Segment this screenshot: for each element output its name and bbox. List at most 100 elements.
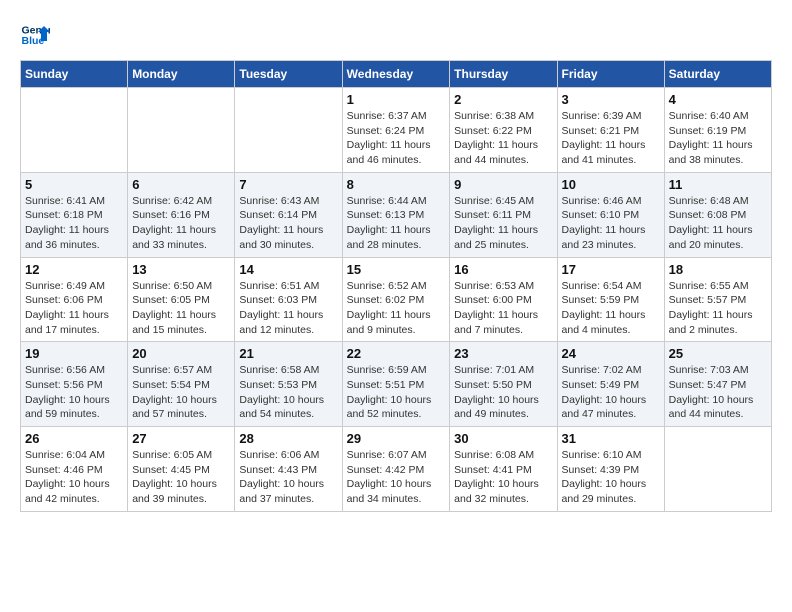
- page-header: General Blue: [20, 20, 772, 50]
- day-info: Sunrise: 6:52 AM Sunset: 6:02 PM Dayligh…: [347, 279, 446, 338]
- day-info: Sunrise: 6:48 AM Sunset: 6:08 PM Dayligh…: [669, 194, 767, 253]
- calendar-week-2: 5 Sunrise: 6:41 AM Sunset: 6:18 PM Daylig…: [21, 172, 772, 257]
- calendar-cell: 30 Sunrise: 6:08 AM Sunset: 4:41 PM Dayli…: [450, 427, 557, 512]
- day-info: Sunrise: 6:37 AM Sunset: 6:24 PM Dayligh…: [347, 109, 446, 168]
- day-number: 15: [347, 262, 446, 277]
- calendar-cell: 12 Sunrise: 6:49 AM Sunset: 6:06 PM Dayli…: [21, 257, 128, 342]
- day-number: 26: [25, 431, 123, 446]
- calendar-cell: [235, 88, 342, 173]
- day-info: Sunrise: 6:06 AM Sunset: 4:43 PM Dayligh…: [239, 448, 337, 507]
- day-info: Sunrise: 6:08 AM Sunset: 4:41 PM Dayligh…: [454, 448, 552, 507]
- day-number: 18: [669, 262, 767, 277]
- calendar-header-tuesday: Tuesday: [235, 61, 342, 88]
- day-number: 25: [669, 346, 767, 361]
- calendar-cell: 18Sunrise: 6:55 AM Sunset: 5:57 PM Dayli…: [664, 257, 771, 342]
- day-number: 6: [132, 177, 230, 192]
- day-info: Sunrise: 6:57 AM Sunset: 5:54 PM Dayligh…: [132, 363, 230, 422]
- day-info: Sunrise: 6:46 AM Sunset: 6:10 PM Dayligh…: [562, 194, 660, 253]
- day-number: 29: [347, 431, 446, 446]
- calendar-week-4: 19 Sunrise: 6:56 AM Sunset: 5:56 PM Dayli…: [21, 342, 772, 427]
- calendar-cell: 23Sunrise: 7:01 AM Sunset: 5:50 PM Dayli…: [450, 342, 557, 427]
- day-info: Sunrise: 6:59 AM Sunset: 5:51 PM Dayligh…: [347, 363, 446, 422]
- calendar-header-thursday: Thursday: [450, 61, 557, 88]
- day-info: Sunrise: 6:39 AM Sunset: 6:21 PM Dayligh…: [562, 109, 660, 168]
- calendar-header-friday: Friday: [557, 61, 664, 88]
- calendar-cell: 25Sunrise: 7:03 AM Sunset: 5:47 PM Dayli…: [664, 342, 771, 427]
- day-info: Sunrise: 6:53 AM Sunset: 6:00 PM Dayligh…: [454, 279, 552, 338]
- day-number: 3: [562, 92, 660, 107]
- calendar-cell: 1 Sunrise: 6:37 AM Sunset: 6:24 PM Daylig…: [342, 88, 450, 173]
- calendar-cell: 3 Sunrise: 6:39 AM Sunset: 6:21 PM Daylig…: [557, 88, 664, 173]
- calendar-week-1: 1 Sunrise: 6:37 AM Sunset: 6:24 PM Daylig…: [21, 88, 772, 173]
- calendar-cell: 17Sunrise: 6:54 AM Sunset: 5:59 PM Dayli…: [557, 257, 664, 342]
- calendar-cell: 24Sunrise: 7:02 AM Sunset: 5:49 PM Dayli…: [557, 342, 664, 427]
- day-info: Sunrise: 6:05 AM Sunset: 4:45 PM Dayligh…: [132, 448, 230, 507]
- day-number: 19: [25, 346, 123, 361]
- calendar-cell: 29 Sunrise: 6:07 AM Sunset: 4:42 PM Dayli…: [342, 427, 450, 512]
- day-info: Sunrise: 6:50 AM Sunset: 6:05 PM Dayligh…: [132, 279, 230, 338]
- calendar-cell: 8Sunrise: 6:44 AM Sunset: 6:13 PM Daylig…: [342, 172, 450, 257]
- calendar-cell: 28 Sunrise: 6:06 AM Sunset: 4:43 PM Dayli…: [235, 427, 342, 512]
- svg-text:Blue: Blue: [22, 35, 45, 47]
- day-number: 9: [454, 177, 552, 192]
- day-number: 24: [562, 346, 660, 361]
- calendar-header-sunday: Sunday: [21, 61, 128, 88]
- day-info: Sunrise: 6:51 AM Sunset: 6:03 PM Dayligh…: [239, 279, 337, 338]
- day-info: Sunrise: 6:58 AM Sunset: 5:53 PM Dayligh…: [239, 363, 337, 422]
- day-number: 28: [239, 431, 337, 446]
- calendar-cell: 5 Sunrise: 6:41 AM Sunset: 6:18 PM Daylig…: [21, 172, 128, 257]
- calendar-week-3: 12 Sunrise: 6:49 AM Sunset: 6:06 PM Dayli…: [21, 257, 772, 342]
- day-number: 21: [239, 346, 337, 361]
- calendar-cell: [664, 427, 771, 512]
- day-number: 30: [454, 431, 552, 446]
- calendar-cell: 15 Sunrise: 6:52 AM Sunset: 6:02 PM Dayli…: [342, 257, 450, 342]
- day-info: Sunrise: 6:56 AM Sunset: 5:56 PM Dayligh…: [25, 363, 123, 422]
- day-number: 5: [25, 177, 123, 192]
- calendar-cell: 31 Sunrise: 6:10 AM Sunset: 4:39 PM Dayli…: [557, 427, 664, 512]
- calendar-cell: 11 Sunrise: 6:48 AM Sunset: 6:08 PM Dayli…: [664, 172, 771, 257]
- day-number: 13: [132, 262, 230, 277]
- calendar-cell: 20Sunrise: 6:57 AM Sunset: 5:54 PM Dayli…: [128, 342, 235, 427]
- calendar-cell: 22Sunrise: 6:59 AM Sunset: 5:51 PM Dayli…: [342, 342, 450, 427]
- calendar-cell: 4Sunrise: 6:40 AM Sunset: 6:19 PM Daylig…: [664, 88, 771, 173]
- calendar-cell: [21, 88, 128, 173]
- calendar-cell: 19 Sunrise: 6:56 AM Sunset: 5:56 PM Dayli…: [21, 342, 128, 427]
- day-info: Sunrise: 7:01 AM Sunset: 5:50 PM Dayligh…: [454, 363, 552, 422]
- calendar-cell: 27 Sunrise: 6:05 AM Sunset: 4:45 PM Dayli…: [128, 427, 235, 512]
- calendar-header-monday: Monday: [128, 61, 235, 88]
- logo: General Blue: [20, 20, 50, 50]
- calendar-cell: 2 Sunrise: 6:38 AM Sunset: 6:22 PM Daylig…: [450, 88, 557, 173]
- day-info: Sunrise: 6:10 AM Sunset: 4:39 PM Dayligh…: [562, 448, 660, 507]
- calendar-table: SundayMondayTuesdayWednesdayThursdayFrid…: [20, 60, 772, 512]
- calendar-header-wednesday: Wednesday: [342, 61, 450, 88]
- day-number: 17: [562, 262, 660, 277]
- calendar-cell: 13 Sunrise: 6:50 AM Sunset: 6:05 PM Dayli…: [128, 257, 235, 342]
- day-number: 27: [132, 431, 230, 446]
- day-info: Sunrise: 6:43 AM Sunset: 6:14 PM Dayligh…: [239, 194, 337, 253]
- calendar-cell: 7Sunrise: 6:43 AM Sunset: 6:14 PM Daylig…: [235, 172, 342, 257]
- day-number: 14: [239, 262, 337, 277]
- day-info: Sunrise: 6:49 AM Sunset: 6:06 PM Dayligh…: [25, 279, 123, 338]
- day-info: Sunrise: 6:07 AM Sunset: 4:42 PM Dayligh…: [347, 448, 446, 507]
- calendar-cell: 9Sunrise: 6:45 AM Sunset: 6:11 PM Daylig…: [450, 172, 557, 257]
- day-info: Sunrise: 6:41 AM Sunset: 6:18 PM Dayligh…: [25, 194, 123, 253]
- calendar-cell: 16 Sunrise: 6:53 AM Sunset: 6:00 PM Dayli…: [450, 257, 557, 342]
- day-number: 8: [347, 177, 446, 192]
- day-number: 12: [25, 262, 123, 277]
- day-number: 16: [454, 262, 552, 277]
- day-number: 2: [454, 92, 552, 107]
- calendar-cell: 14 Sunrise: 6:51 AM Sunset: 6:03 PM Dayli…: [235, 257, 342, 342]
- day-number: 1: [347, 92, 446, 107]
- day-info: Sunrise: 6:40 AM Sunset: 6:19 PM Dayligh…: [669, 109, 767, 168]
- calendar-header-row: SundayMondayTuesdayWednesdayThursdayFrid…: [21, 61, 772, 88]
- calendar-cell: 10Sunrise: 6:46 AM Sunset: 6:10 PM Dayli…: [557, 172, 664, 257]
- calendar-header-saturday: Saturday: [664, 61, 771, 88]
- calendar-cell: 21 Sunrise: 6:58 AM Sunset: 5:53 PM Dayli…: [235, 342, 342, 427]
- logo-icon: General Blue: [20, 20, 50, 50]
- day-info: Sunrise: 6:04 AM Sunset: 4:46 PM Dayligh…: [25, 448, 123, 507]
- calendar-cell: [128, 88, 235, 173]
- day-info: Sunrise: 6:38 AM Sunset: 6:22 PM Dayligh…: [454, 109, 552, 168]
- day-number: 31: [562, 431, 660, 446]
- calendar-cell: 26 Sunrise: 6:04 AM Sunset: 4:46 PM Dayli…: [21, 427, 128, 512]
- day-number: 11: [669, 177, 767, 192]
